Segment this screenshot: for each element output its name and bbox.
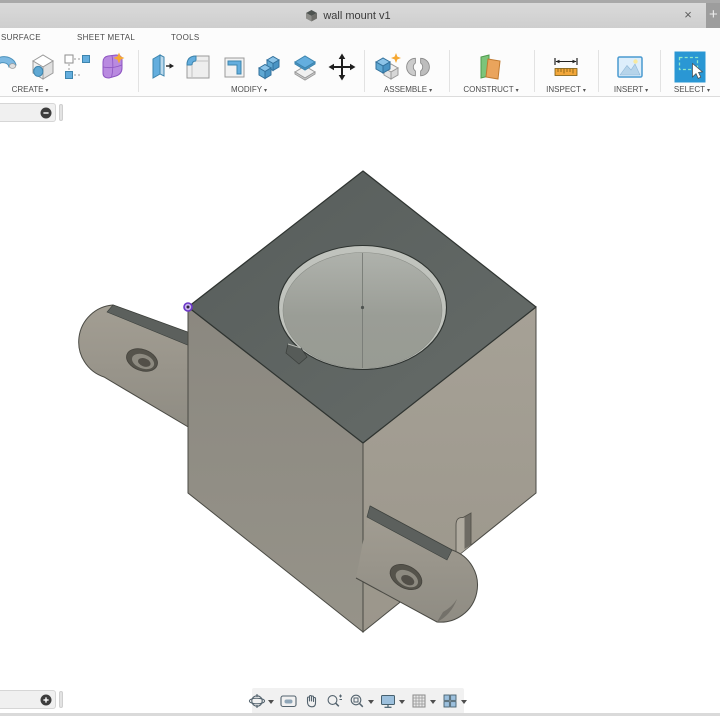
fit-icon (350, 694, 364, 708)
look-at-button[interactable] (277, 689, 300, 713)
viewports-icon (443, 694, 457, 708)
new-component-icon[interactable] (372, 51, 404, 83)
look-at-icon (280, 695, 297, 708)
viewports-button[interactable] (439, 689, 470, 713)
move-icon[interactable] (326, 51, 358, 83)
hole-icon[interactable] (27, 51, 59, 83)
fit-button[interactable] (346, 689, 377, 713)
chevron-down-icon[interactable] (399, 700, 405, 704)
document-title: wall mount v1 (323, 9, 391, 22)
side-notch[interactable] (455, 512, 472, 557)
inspect-group-label[interactable]: INSPECT ▾ (540, 85, 592, 94)
collapse-minus-icon[interactable] (40, 107, 52, 119)
tab-sheet-metal[interactable]: SHEET METAL (77, 33, 135, 42)
zoom-button[interactable] (323, 689, 346, 713)
ribbon: SURFACE SHEET METAL TOOLS CREATE ▾ MODIF… (0, 28, 720, 97)
document-tab-title: wall mount v1 (305, 9, 391, 22)
measure-icon[interactable] (550, 51, 582, 83)
viewport[interactable] (0, 97, 720, 714)
joint-icon[interactable] (404, 51, 432, 83)
construct-group-label[interactable]: CONSTRUCT ▾ (458, 85, 524, 94)
combine-icon[interactable] (254, 51, 286, 83)
modify-group-label[interactable]: MODIFY ▾ (219, 85, 279, 94)
display-settings-button[interactable] (377, 689, 408, 713)
shell-icon[interactable] (218, 51, 250, 83)
select-group-label[interactable]: SELECT ▾ (666, 85, 718, 94)
divider (449, 50, 450, 92)
pan-hand-icon (306, 694, 317, 708)
zoom-icon (327, 694, 342, 707)
timeline-panel-handle[interactable] (59, 691, 63, 708)
create-form-icon[interactable] (95, 51, 127, 83)
model-wall-mount[interactable] (0, 97, 720, 713)
tab-tools[interactable]: TOOLS (171, 33, 199, 42)
expand-plus-icon[interactable] (40, 694, 52, 706)
chevron-down-icon[interactable] (461, 700, 467, 704)
construction-plane-icon[interactable] (474, 51, 506, 83)
chevron-down-icon[interactable] (368, 700, 374, 704)
fusion-window: wall mount v1 × + SURFACE SHEET METAL TO… (0, 0, 720, 720)
divider (534, 50, 535, 92)
document-tab[interactable]: wall mount v1 × (0, 3, 707, 28)
close-tab-icon[interactable]: × (680, 7, 696, 23)
vertex-marker[interactable] (183, 302, 193, 312)
document-cube-icon (306, 10, 318, 22)
orbit-icon (248, 694, 266, 708)
sketch-pattern-icon[interactable] (61, 51, 93, 83)
browser-panel-collapsed[interactable] (0, 103, 56, 122)
insert-group-label[interactable]: INSERT ▾ (608, 85, 654, 94)
offset-face-icon[interactable] (289, 51, 321, 83)
browser-panel-handle[interactable] (59, 104, 63, 121)
tab-strip: + (706, 3, 720, 28)
chevron-down-icon[interactable] (430, 700, 436, 704)
assemble-group-label[interactable]: ASSEMBLE ▾ (376, 85, 440, 94)
press-pull-icon[interactable] (145, 51, 177, 83)
create-group-label[interactable]: CREATE ▾ (2, 85, 58, 94)
divider (598, 50, 599, 92)
orbit-button[interactable] (246, 689, 277, 713)
select-icon[interactable] (674, 51, 706, 83)
bore-center-point[interactable] (360, 305, 365, 310)
document-tab-bar: wall mount v1 × + (0, 0, 720, 28)
model-bore[interactable] (277, 244, 448, 371)
divider (364, 50, 365, 92)
chevron-down-icon[interactable] (268, 700, 274, 704)
pan-button[interactable] (300, 689, 323, 713)
insert-image-icon[interactable] (614, 51, 646, 83)
tab-surface[interactable]: SURFACE (1, 33, 41, 42)
timeline-panel-collapsed[interactable] (0, 690, 56, 709)
divider (660, 50, 661, 92)
sweep-icon[interactable] (0, 51, 20, 83)
window-bottom-edge (0, 713, 720, 716)
grid-and-snaps-button[interactable] (408, 689, 439, 713)
divider (138, 50, 139, 92)
navigation-toolbar (248, 688, 467, 714)
grid-icon (412, 694, 426, 708)
left-mounting-tab[interactable] (78, 304, 191, 429)
fillet-icon[interactable] (182, 51, 214, 83)
display-settings-icon (381, 695, 395, 708)
new-tab-icon[interactable]: + (709, 6, 718, 23)
